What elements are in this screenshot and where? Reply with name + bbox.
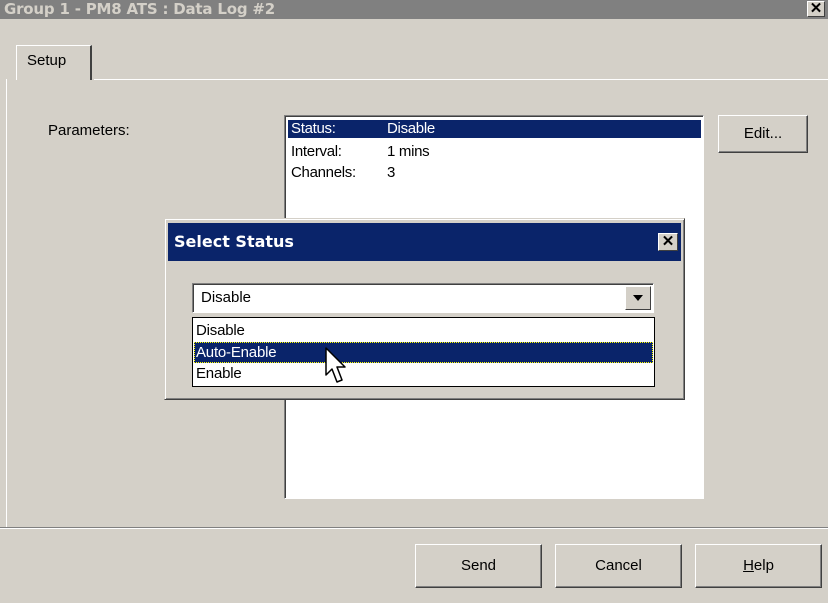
close-icon: ✕ [661, 233, 675, 250]
send-button[interactable]: Send [415, 544, 542, 588]
combo-selected-value: Disable [201, 289, 252, 306]
parameter-key: Interval: [291, 143, 342, 160]
parameter-row-interval[interactable]: Interval: 1 mins [288, 143, 701, 161]
mouse-pointer-icon [325, 347, 346, 383]
select-status-dialog: Select Status ✕ Disable Disable Auto-Ena… [164, 218, 685, 400]
footer-separator [0, 527, 828, 529]
window-close-button[interactable]: ✕ [807, 1, 825, 17]
edit-button[interactable]: Edit... [718, 115, 808, 153]
dropdown-option-enable[interactable]: Enable [194, 363, 653, 384]
dialog-close-button[interactable]: ✕ [658, 233, 678, 251]
parameter-row-status[interactable]: Status: Disable [288, 120, 701, 138]
tab-strip-divider [94, 79, 828, 80]
tab-setup[interactable]: Setup [16, 45, 92, 80]
help-mnemonic: H [743, 557, 754, 574]
combo-dropdown-button[interactable] [625, 286, 651, 310]
parameter-row-channels[interactable]: Channels: 3 [288, 164, 701, 182]
parameters-label: Parameters: [48, 122, 130, 139]
parameter-value: 3 [387, 164, 396, 181]
dialog-titlebar[interactable]: Select Status ✕ [168, 223, 681, 261]
help-button[interactable]: Help [695, 544, 822, 588]
window-title: Group 1 - PM8 ATS : Data Log #2 [4, 0, 275, 18]
dropdown-option-auto-enable[interactable]: Auto-Enable [194, 342, 653, 363]
close-icon: ✕ [809, 0, 823, 17]
cancel-button[interactable]: Cancel [555, 544, 682, 588]
dropdown-option-disable[interactable]: Disable [194, 320, 653, 341]
tab-setup-label: Setup [27, 52, 67, 69]
parameter-value: 1 mins [387, 143, 430, 160]
status-dropdown-list[interactable]: Disable Auto-Enable Enable [192, 317, 655, 387]
parameter-key: Status: [291, 120, 336, 137]
window-titlebar[interactable]: Group 1 - PM8 ATS : Data Log #2 ✕ [0, 0, 828, 19]
parameter-key: Channels: [291, 164, 356, 181]
help-label-rest: elp [753, 557, 774, 574]
chevron-down-icon [633, 295, 643, 301]
parameter-value: Disable [387, 120, 435, 137]
status-combobox[interactable]: Disable [192, 283, 654, 313]
dialog-title: Select Status [174, 232, 294, 251]
